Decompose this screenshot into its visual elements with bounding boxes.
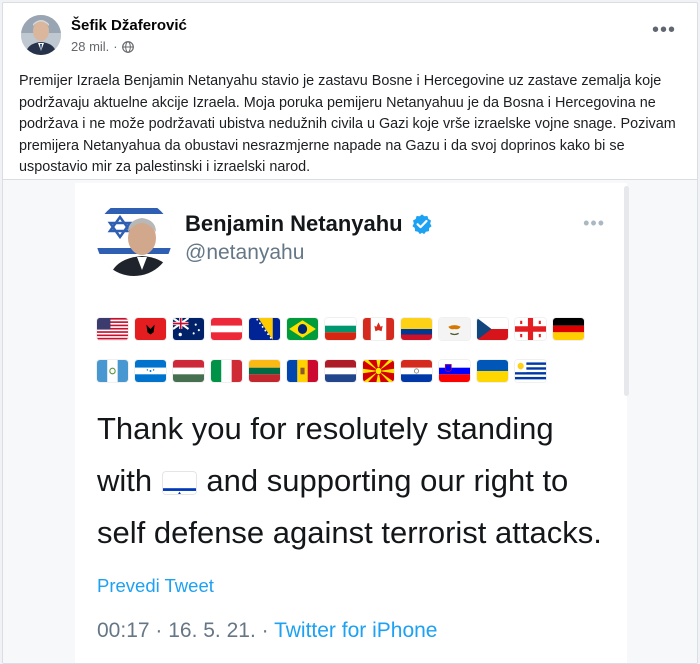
- tweet-author-name-text: Benjamin Netanyahu: [185, 211, 403, 236]
- tweet-screenshot: Benjamin Netanyahu @netanyahu ••• Thank …: [75, 183, 627, 663]
- flag-ca-icon: [363, 318, 394, 340]
- tweet-handle: @netanyahu: [185, 241, 305, 264]
- flag-uy-icon: [515, 360, 546, 382]
- tweet-text: Thank you for resolutely standing with a…: [97, 403, 617, 559]
- flag-mk-icon: [363, 360, 394, 382]
- tweet-avatar-photo: [96, 200, 172, 276]
- author-avatar[interactable]: [21, 15, 61, 55]
- flag-ba-icon: [249, 318, 280, 340]
- flag-cz-icon: [477, 318, 508, 340]
- flag-de-icon: [553, 318, 584, 340]
- flag-gt-icon: [97, 360, 128, 382]
- flag-au-icon: [173, 318, 204, 340]
- israel-flag-icon: [162, 472, 196, 494]
- flag-py-icon: [401, 360, 432, 382]
- post-body-text: Premijer Izraela Benjamin Netanyahu stav…: [19, 73, 676, 175]
- scrollbar: [624, 186, 629, 396]
- post-time[interactable]: 28 mil.: [71, 39, 109, 54]
- verified-badge-icon: [412, 214, 432, 235]
- flag-bg-icon: [325, 318, 356, 340]
- tweet-timestamp: 00:17 · 16. 5. 21. ·: [97, 619, 275, 642]
- facebook-post-card: Šefik Džaferović 28 mil. · ••• Premijer …: [2, 2, 698, 664]
- translate-tweet-link: Prevedi Tweet: [97, 575, 214, 596]
- flag-row: [97, 360, 617, 382]
- tweet-avatar: [96, 200, 172, 276]
- tweet-meta: 00:17 · 16. 5. 21. · Twitter for iPhone: [97, 619, 437, 643]
- flag-cy-icon: [439, 318, 470, 340]
- flag-si-icon: [439, 360, 470, 382]
- ellipsis-icon[interactable]: •••: [647, 17, 681, 43]
- tweet-source: Twitter for iPhone: [274, 619, 438, 642]
- flag-md-icon: [287, 360, 318, 382]
- post-header: Šefik Džaferović 28 mil. · •••: [21, 15, 681, 59]
- flag-co-icon: [401, 318, 432, 340]
- flag-br-icon: [287, 318, 318, 340]
- flag-hu-icon: [173, 360, 204, 382]
- flag-lt-icon: [249, 360, 280, 382]
- flag-at-icon: [211, 318, 242, 340]
- tweet-ellipsis-icon: •••: [583, 213, 605, 233]
- author-photo: [21, 15, 61, 55]
- flag-al-icon: [135, 318, 166, 340]
- tweet-author-name: Benjamin Netanyahu: [185, 211, 433, 237]
- post-meta: 28 mil. ·: [71, 39, 134, 54]
- flag-row: [97, 318, 617, 340]
- flag-list: [97, 318, 617, 402]
- flag-nl-icon: [325, 360, 356, 382]
- flag-ge-icon: [515, 318, 546, 340]
- globe-icon[interactable]: [121, 40, 134, 53]
- embedded-image-area[interactable]: Benjamin Netanyahu @netanyahu ••• Thank …: [3, 180, 697, 663]
- flag-ua-icon: [477, 360, 508, 382]
- author-name[interactable]: Šefik Džaferović: [71, 17, 187, 34]
- flag-it-icon: [211, 360, 242, 382]
- flag-us-icon: [97, 318, 128, 340]
- flag-hn-icon: [135, 360, 166, 382]
